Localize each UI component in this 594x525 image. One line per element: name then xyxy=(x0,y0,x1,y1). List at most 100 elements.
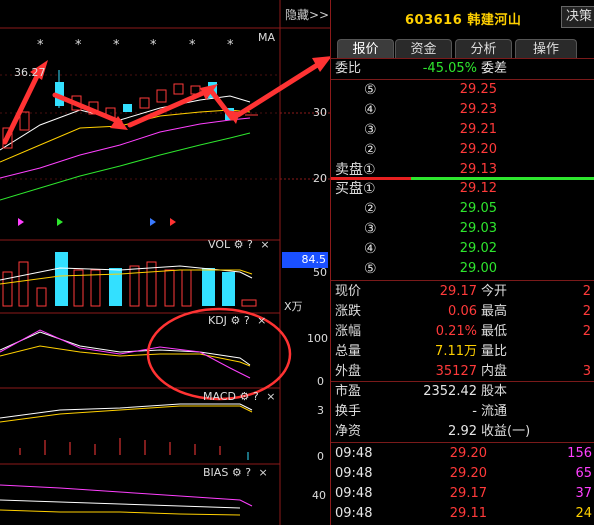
bid-price: 29.02 xyxy=(459,241,497,256)
tick-price: 29.11 xyxy=(449,506,487,521)
gear-icon[interactable]: ⚙ xyxy=(232,466,242,479)
quote-row: 现价 29.17 今开 2 xyxy=(331,282,594,302)
quote-row: 总量 7.11万 量比 xyxy=(331,342,594,362)
tick-time: 09:48 xyxy=(335,506,373,521)
chart-canvas xyxy=(0,0,330,525)
ask-price: 29.23 xyxy=(459,102,497,117)
quote-value-2: 2 xyxy=(582,324,591,339)
kdj-panel-name: KDJ xyxy=(208,314,227,327)
quote-label: 总量 xyxy=(335,344,362,359)
bid-level-label: ③ xyxy=(364,221,377,237)
quote-panel: 603616 韩建河山 决策 报价 资金 分析 操作 委比 -45.05% 委差… xyxy=(331,0,594,525)
fundamental-row: 换手 - 流通 xyxy=(331,402,594,422)
bid-price: 29.03 xyxy=(459,221,497,236)
ask-level-label: ④ xyxy=(364,102,377,118)
divider xyxy=(331,442,594,443)
quote-row: 涨幅 0.21% 最低 2 xyxy=(331,322,594,342)
quote-label-2: 内盘 xyxy=(481,364,508,379)
quote-label-2: 最低 xyxy=(481,324,508,339)
star-marker: * xyxy=(189,38,196,53)
star-marker: * xyxy=(37,38,44,53)
kdj-panel-header: KDJ ⚙ ? × xyxy=(208,314,266,327)
tick-volume: 156 xyxy=(567,446,592,461)
close-icon[interactable]: × xyxy=(257,314,266,327)
tab-operation[interactable]: 操作 xyxy=(515,39,577,59)
star-marker: * xyxy=(113,38,120,53)
price-tick: 30 xyxy=(313,106,327,119)
help-icon[interactable]: ? xyxy=(253,390,259,403)
fundamental-value: 2352.42 xyxy=(423,384,477,399)
ask-level-row: ⑤ 29.25 xyxy=(331,80,594,100)
fundamental-label-2: 收益(一) xyxy=(481,424,531,439)
quote-value-2: 3 xyxy=(582,364,591,379)
quote-label: 现价 xyxy=(335,284,362,299)
kdj-tick: 0 xyxy=(317,375,324,388)
fundamental-label: 换手 xyxy=(335,404,362,419)
hide-toggle[interactable]: 隐藏>> xyxy=(285,6,329,23)
ask-level-row: ③ 29.21 xyxy=(331,120,594,140)
tab-quote[interactable]: 报价 xyxy=(337,39,394,59)
bid-level-row: ⑤ 29.00 xyxy=(331,259,594,279)
ma-label: MA xyxy=(258,31,276,44)
stock-title: 603616 韩建河山 xyxy=(405,9,521,28)
tick-time: 09:48 xyxy=(335,486,373,501)
tick-price: 29.17 xyxy=(449,486,487,501)
close-icon[interactable]: × xyxy=(260,238,269,251)
quote-label: 涨幅 xyxy=(335,324,362,339)
quote-value: 7.11万 xyxy=(435,344,477,359)
ask-level-label: ③ xyxy=(364,122,377,138)
help-icon[interactable]: ? xyxy=(244,314,250,327)
tick-row: 09:48 29.20 65 xyxy=(331,464,594,484)
fundamental-label-2: 股本 xyxy=(481,384,508,399)
quote-value-2: 2 xyxy=(582,284,591,299)
tab-funds[interactable]: 资金 xyxy=(395,39,452,59)
help-icon[interactable]: ? xyxy=(245,466,251,479)
fundamental-value: 2.92 xyxy=(448,424,477,439)
quote-label-2: 最高 xyxy=(481,304,508,319)
tick-volume: 37 xyxy=(575,486,592,501)
tick-volume: 24 xyxy=(575,506,592,521)
quote-value: 0.21% xyxy=(435,324,477,339)
ask-level-label: ② xyxy=(364,142,377,158)
gear-icon[interactable]: ⚙ xyxy=(230,314,240,327)
macd-tick: 0 xyxy=(317,450,324,463)
volume-unit: X万 xyxy=(284,300,303,313)
tick-time: 09:48 xyxy=(335,446,373,461)
gear-icon[interactable]: ⚙ xyxy=(239,390,249,403)
volume-tick: 50 xyxy=(313,266,327,279)
ask-level-label: ⑤ xyxy=(364,82,377,98)
quote-value: 35127 xyxy=(435,364,477,379)
high-price-label: 36.27 xyxy=(14,66,46,79)
bid-level-label: ④ xyxy=(364,241,377,257)
star-marker: * xyxy=(75,38,82,53)
star-marker: * xyxy=(227,38,234,53)
close-icon[interactable]: × xyxy=(266,390,275,403)
fundamental-row: 净资 2.92 收益(一) xyxy=(331,422,594,442)
ask-level-row: ④ 29.23 xyxy=(331,100,594,120)
close-icon[interactable]: × xyxy=(259,466,268,479)
macd-panel-header: MACD ⚙ ? × xyxy=(203,390,275,403)
fundamental-label: 净资 xyxy=(335,424,362,439)
bid-level-label: ② xyxy=(364,201,377,217)
price-tick: 20 xyxy=(313,172,327,185)
decision-button[interactable]: 决策 xyxy=(561,6,594,28)
quote-label: 涨跌 xyxy=(335,304,362,319)
kdj-tick: 100 xyxy=(307,332,328,345)
help-icon[interactable]: ? xyxy=(247,238,253,251)
fundamental-label-2: 流通 xyxy=(481,404,508,419)
tab-analysis[interactable]: 分析 xyxy=(455,39,512,59)
tick-price: 29.20 xyxy=(449,466,487,481)
tick-row: 09:48 29.17 37 xyxy=(331,484,594,504)
ask-level-row: ② 29.20 xyxy=(331,140,594,160)
bid-level-row: 买盘① 29.12 xyxy=(331,179,594,199)
commission-label: 委比 xyxy=(335,61,362,76)
quote-label-2: 量比 xyxy=(481,344,508,359)
tick-row: 09:48 29.20 156 xyxy=(331,444,594,464)
kline-chart-area[interactable]: 隐藏>> * * * * * * MA 36.27 30 20 VOL ⚙ ? … xyxy=(0,0,330,525)
macd-tick: 3 xyxy=(317,404,324,417)
gear-icon[interactable]: ⚙ xyxy=(234,238,244,251)
ask-price: 29.20 xyxy=(459,142,497,157)
commission-row: 委比 -45.05% 委差 xyxy=(331,59,594,79)
bid-level-row: ③ 29.03 xyxy=(331,219,594,239)
stock-name: 韩建河山 xyxy=(467,13,522,28)
